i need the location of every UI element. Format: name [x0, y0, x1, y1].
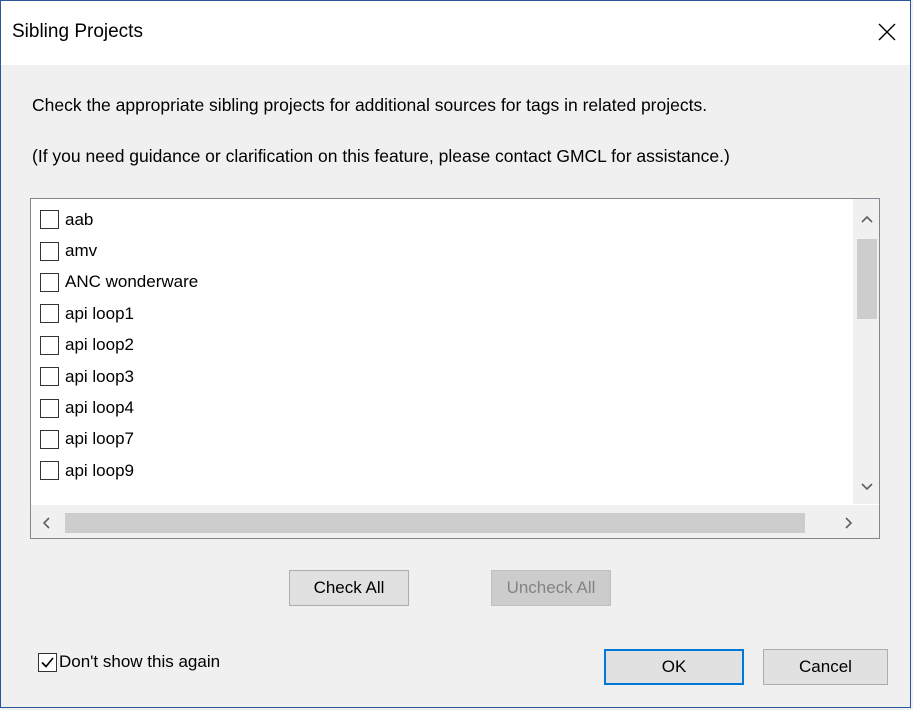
dont-show-checkbox[interactable] [38, 652, 57, 672]
project-list-item[interactable]: api loop7 [40, 424, 198, 455]
project-checkbox[interactable] [40, 429, 59, 449]
project-checkbox[interactable] [40, 398, 59, 418]
project-label: amv [65, 241, 98, 261]
guidance-text: (If you need guidance or clarification o… [32, 146, 730, 166]
project-label: api loop3 [65, 366, 135, 386]
dialog-title: Sibling Projects [12, 21, 143, 42]
vertical-scroll-thumb[interactable] [857, 239, 877, 319]
instruction-text: Check the appropriate sibling projects f… [32, 95, 708, 115]
scroll-left-button[interactable] [36, 513, 56, 533]
dont-show-label: Don't show this again [59, 652, 221, 671]
vertical-scrollbar[interactable] [853, 199, 879, 504]
scroll-down-button[interactable] [857, 477, 877, 497]
sibling-projects-dialog: Sibling Projects Check the appropriate s… [0, 0, 911, 708]
project-label: api loop9 [65, 460, 135, 480]
chevron-up-icon [861, 215, 873, 223]
scroll-right-button[interactable] [839, 513, 859, 533]
title-bar: Sibling Projects [1, 1, 910, 65]
project-checkbox[interactable] [40, 304, 59, 324]
project-label: aab [65, 209, 94, 229]
close-button[interactable] [870, 15, 904, 49]
project-checkbox[interactable] [40, 272, 59, 292]
close-icon [878, 23, 896, 41]
project-list-item[interactable]: api loop2 [40, 330, 198, 361]
project-list-item[interactable]: api loop3 [40, 361, 198, 392]
project-label: api loop2 [65, 335, 135, 355]
project-checkbox[interactable] [40, 210, 59, 230]
horizontal-scrollbar[interactable] [31, 505, 879, 538]
project-list-item[interactable]: aab [40, 204, 198, 235]
chevron-right-icon [845, 517, 853, 529]
project-checkbox[interactable] [40, 335, 59, 355]
horizontal-scroll-thumb[interactable] [65, 513, 805, 533]
chevron-left-icon [42, 517, 50, 529]
project-label: api loop7 [65, 429, 135, 449]
project-label: ANC wonderware [65, 272, 199, 292]
uncheck-all-button[interactable]: Uncheck All [491, 570, 611, 606]
project-list-item[interactable]: ANC wonderware [40, 267, 198, 298]
project-checkbox[interactable] [40, 461, 59, 481]
project-list-item[interactable]: amv [40, 235, 198, 266]
project-label: api loop4 [65, 398, 135, 418]
project-list-item[interactable]: api loop4 [40, 392, 198, 423]
project-label: api loop1 [65, 303, 135, 323]
ok-button[interactable]: OK [604, 649, 744, 685]
project-checkbox[interactable] [40, 367, 59, 387]
project-list-item[interactable]: api loop9 [40, 455, 198, 486]
checkmark-icon [41, 656, 54, 668]
project-checkbox[interactable] [40, 241, 59, 261]
check-all-button[interactable]: Check All [289, 570, 409, 606]
cancel-button[interactable]: Cancel [763, 649, 888, 685]
chevron-down-icon [861, 483, 873, 491]
scroll-up-button[interactable] [857, 209, 877, 229]
project-items: aab amv ANC wonderware api loop1 api loop2 ap… [40, 204, 198, 487]
sibling-projects-list[interactable]: aab amv ANC wonderware api loop1 api loop2 ap… [30, 198, 880, 539]
project-list-item[interactable]: api loop1 [40, 298, 198, 329]
dont-show-again[interactable]: Don't show this again [38, 652, 220, 672]
